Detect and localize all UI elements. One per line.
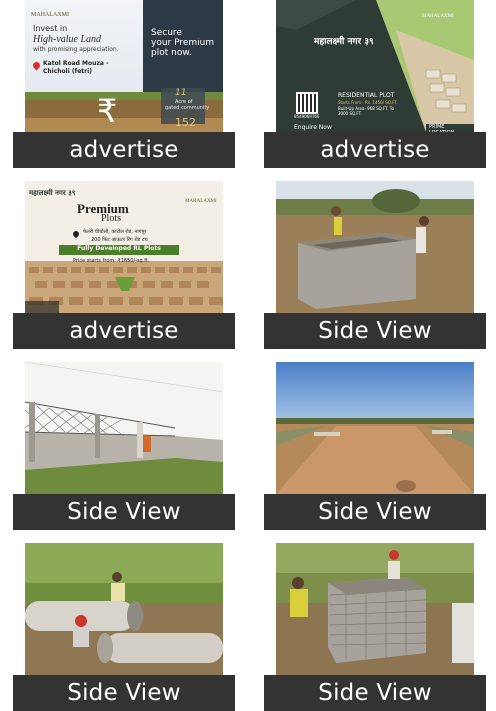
phone-number: 9549069766 — [294, 114, 320, 119]
photo-brick-chamber[interactable] — [276, 543, 474, 675]
ad-tagline-2: your Premium — [151, 38, 215, 48]
ad-line-3: 3000 SQ.FT. — [338, 111, 362, 116]
tile-caption: Side View — [264, 313, 486, 349]
ad-location-2: Chicholi (fetri) — [43, 68, 92, 75]
ad-headline-3: with promising appreciation. — [33, 46, 119, 53]
brand-logo: MAHALAXMI — [31, 12, 69, 18]
prime-location-badge: PRIME LOCATION — [426, 124, 474, 132]
ad-line-1: Starts From - Rs. 1450/ SQ.FT. — [338, 100, 398, 105]
ad-tagline-1: Secure — [151, 28, 182, 38]
ad-tagline-3: plot now. — [151, 48, 192, 58]
photo-boundary-wall[interactable] — [25, 362, 223, 494]
ad-address-2: 200 फिट आऊटर रिंग रोड टच — [91, 237, 148, 243]
photo-road[interactable] — [276, 362, 474, 494]
ad-image-invest[interactable]: MAHALAXMI Invest in High-value Land with… — [25, 0, 223, 132]
ad-title: RESIDENTIAL PLOT — [338, 92, 395, 99]
ad-stat-3: gated community — [165, 105, 210, 111]
ad-stat-4: 152 — [175, 116, 196, 129]
ad-stat-1: 11 — [175, 88, 187, 98]
photo-water-tank[interactable] — [276, 181, 474, 313]
rupee-icon: ₹ — [97, 92, 118, 130]
photo-drain-pipes[interactable] — [25, 543, 223, 675]
tile-caption: Side View — [13, 494, 235, 530]
brand-logo: MAHALAXMI — [422, 14, 454, 19]
ad-headline-2: High-value Land — [33, 34, 102, 45]
tile-caption: Side View — [264, 675, 486, 711]
ad-image-premium-plots[interactable]: महालक्ष्मी नगर ३९ MAHALAXMI Premium Plot… — [25, 181, 223, 313]
tile-caption: advertise — [13, 313, 235, 349]
tile-caption: advertise — [13, 132, 235, 168]
qr-code-icon — [298, 94, 316, 112]
ad-price: Price starts from: ₹1650/-sq.ft. — [73, 258, 150, 264]
tile-caption: advertise — [264, 132, 486, 168]
ad-address-1: फेतरी चीचोली, काटोल रोड, नागपूर — [83, 229, 147, 235]
ad-banner: Fully Developed RL Plots — [77, 245, 161, 252]
brand-logo: MAHALAXMI — [185, 199, 217, 204]
tile-caption: Side View — [264, 494, 486, 530]
ad-image-residential-plot[interactable]: महालक्ष्मी नगर ३९ MAHALAXMI 9549069766 E… — [276, 0, 474, 132]
ad-headline-1: Invest in — [33, 24, 68, 33]
logo-text: महालक्ष्मी नगर ३९ — [29, 189, 76, 197]
tile-caption: Side View — [13, 675, 235, 711]
ad-title-2: Plots — [101, 213, 122, 224]
enquire-text: Enquire Now — [294, 124, 332, 131]
ad-location-1: Katol Road Mouza - — [43, 60, 109, 67]
logo-text: महालक्ष्मी नगर ३९ — [314, 37, 374, 47]
